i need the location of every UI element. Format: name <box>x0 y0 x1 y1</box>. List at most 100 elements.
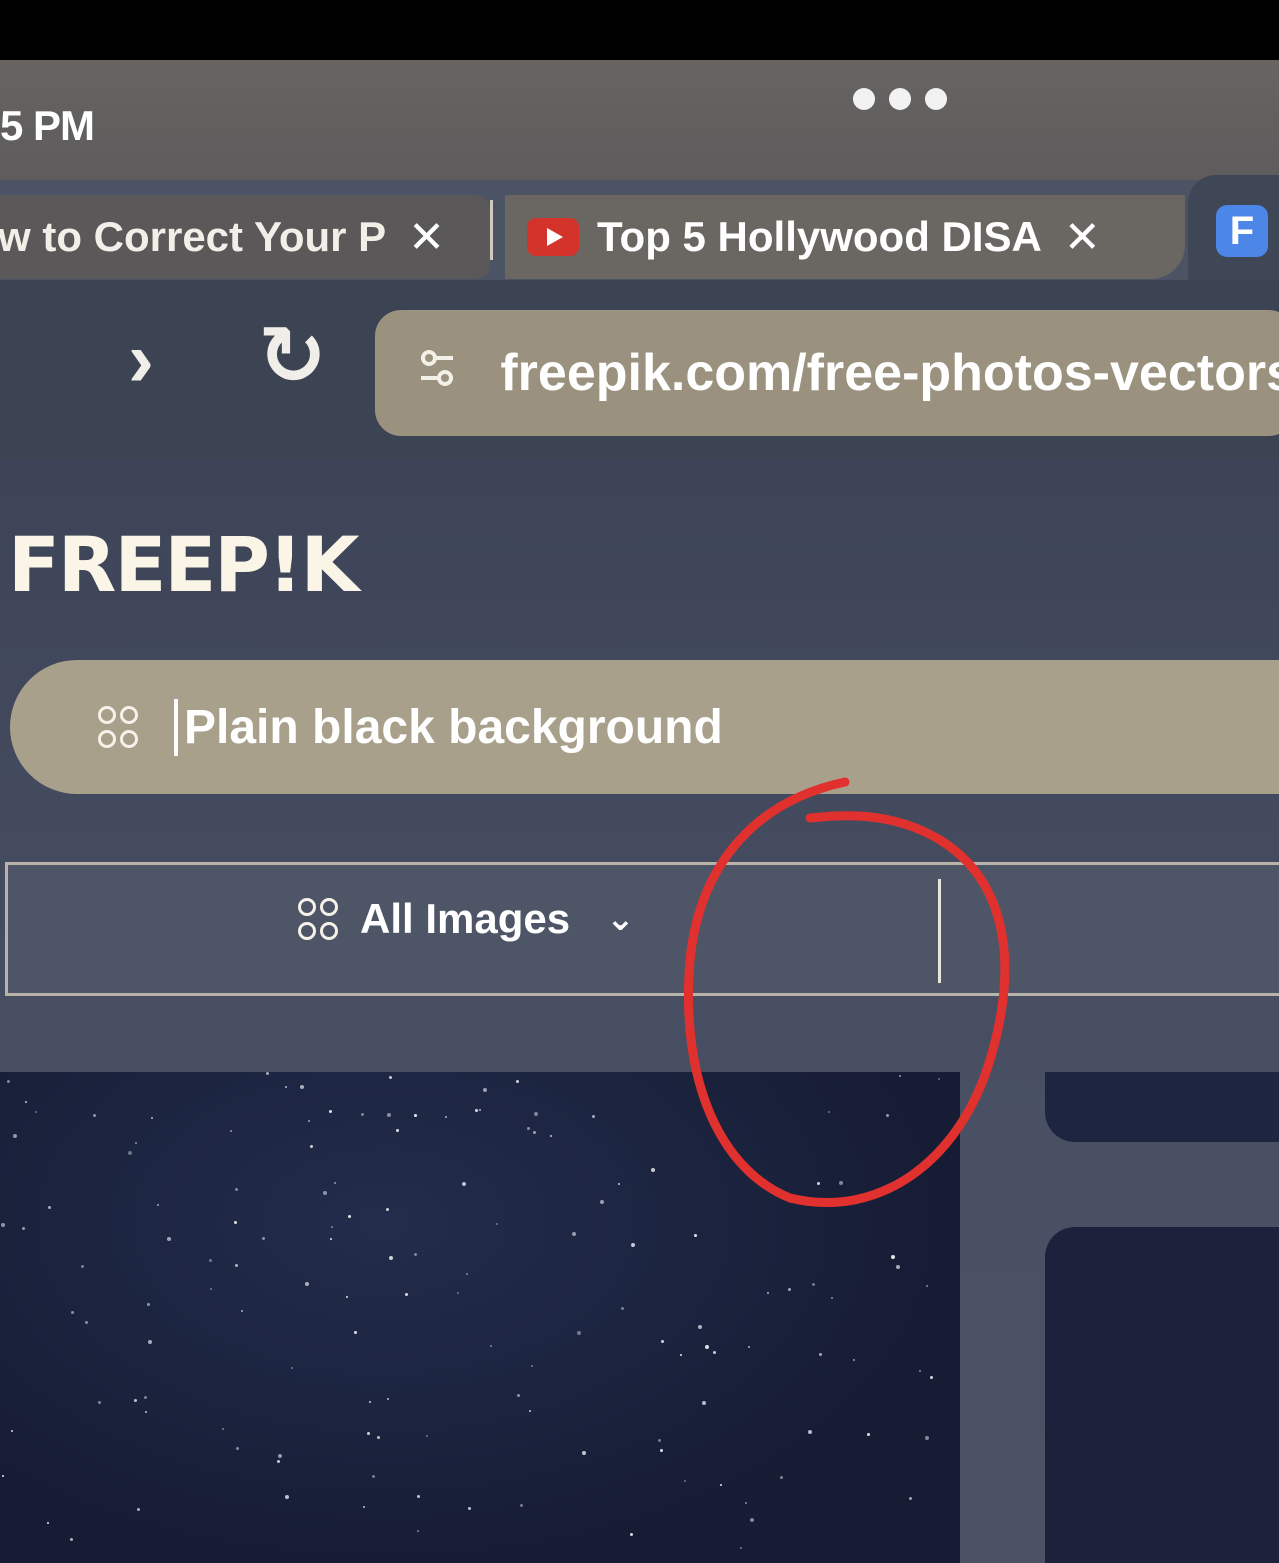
star-speck <box>387 1398 389 1400</box>
all-images-dropdown[interactable]: All Images ⌄ <box>298 895 635 943</box>
star-speck <box>919 1370 921 1372</box>
star-speck <box>70 1538 73 1541</box>
youtube-icon <box>527 218 579 256</box>
clock: 5 PM <box>0 102 95 149</box>
star-speck <box>457 1292 459 1294</box>
star-speck <box>520 1504 523 1507</box>
star-speck <box>812 1283 815 1286</box>
star-speck <box>891 1255 895 1259</box>
chevron-down-icon: ⌄ <box>606 900 635 938</box>
tab-correct-your[interactable]: w to Correct Your P ✕ <box>0 195 490 279</box>
star-speck <box>151 1117 153 1119</box>
star-speck <box>235 1188 238 1191</box>
tab-youtube[interactable]: Top 5 Hollywood DISA ✕ <box>505 195 1185 279</box>
monitor-screen: 5 PM w to Correct Your P ✕ Top 5 Hollywo… <box>0 60 1279 1563</box>
star-speck <box>308 1120 310 1122</box>
star-speck <box>35 1111 37 1113</box>
star-speck <box>210 1288 212 1290</box>
star-speck <box>926 1285 928 1287</box>
star-speck <box>13 1134 17 1138</box>
star-speck <box>291 1367 293 1369</box>
star-speck <box>71 1311 74 1314</box>
star-speck <box>780 1476 783 1479</box>
close-icon[interactable]: ✕ <box>1064 212 1101 263</box>
star-speck <box>157 1204 159 1206</box>
tab-title: Top 5 Hollywood DISA <box>597 213 1042 260</box>
star-speck <box>144 1396 147 1399</box>
star-speck <box>363 1506 365 1508</box>
star-speck <box>886 1114 889 1117</box>
os-menu-bar: 5 PM <box>0 60 1279 180</box>
result-image-starry[interactable] <box>0 1072 960 1563</box>
star-speck <box>720 1484 722 1486</box>
freepik-page: FREEP!K All Images ⌄ <box>0 460 1279 1563</box>
address-bar[interactable]: freepik.com/free-photos-vectors <box>375 310 1279 436</box>
star-speck <box>828 1111 830 1113</box>
star-speck <box>310 1145 313 1148</box>
search-input[interactable] <box>174 698 1086 756</box>
star-speck <box>909 1497 912 1500</box>
star-speck <box>145 1411 147 1413</box>
star-speck <box>241 1310 243 1312</box>
grid-icon <box>298 898 338 940</box>
star-speck <box>377 1436 380 1439</box>
star-speck <box>277 1460 280 1463</box>
star-speck <box>414 1114 417 1117</box>
star-speck <box>531 1365 533 1367</box>
star-speck <box>740 1547 742 1549</box>
star-speck <box>750 1518 754 1522</box>
star-speck <box>680 1354 682 1356</box>
star-speck <box>748 1346 750 1348</box>
search-bar[interactable] <box>10 660 1279 794</box>
star-speck <box>230 1130 232 1132</box>
star-speck <box>1 1223 5 1227</box>
tune-icon[interactable] <box>415 346 458 400</box>
star-speck <box>128 1151 132 1155</box>
star-speck <box>533 1131 536 1134</box>
star-speck <box>684 1480 686 1482</box>
star-speck <box>582 1451 586 1455</box>
more-dots-icon[interactable] <box>853 88 947 110</box>
star-speck <box>462 1182 466 1186</box>
reload-button[interactable]: ↻ <box>258 316 327 398</box>
star-speck <box>323 1191 327 1195</box>
star-speck <box>209 1259 212 1262</box>
star-speck <box>135 1142 137 1144</box>
star-speck <box>853 1359 855 1361</box>
star-speck <box>234 1221 237 1224</box>
star-speck <box>466 1273 468 1275</box>
star-speck <box>148 1340 152 1344</box>
star-speck <box>396 1129 399 1132</box>
star-speck <box>236 1447 239 1450</box>
star-speck <box>938 1078 940 1080</box>
star-speck <box>93 1114 96 1117</box>
result-image-partial[interactable] <box>1045 1072 1279 1142</box>
close-icon[interactable]: ✕ <box>408 212 445 263</box>
star-speck <box>235 1264 238 1267</box>
star-speck <box>930 1376 933 1379</box>
star-speck <box>285 1086 287 1088</box>
star-speck <box>348 1215 351 1218</box>
forward-button[interactable]: › <box>128 320 154 398</box>
result-image-partial[interactable] <box>1045 1227 1279 1563</box>
star-speck <box>417 1495 420 1498</box>
star-speck <box>386 1208 389 1211</box>
star-speck <box>745 1502 747 1504</box>
star-speck <box>305 1282 309 1286</box>
star-speck <box>819 1353 822 1356</box>
star-speck <box>361 1113 364 1116</box>
star-speck <box>222 1428 224 1430</box>
star-speck <box>2 1475 4 1477</box>
star-speck <box>496 1223 498 1225</box>
freepik-logo[interactable]: FREEP!K <box>8 520 360 609</box>
star-speck <box>47 1522 49 1524</box>
star-speck <box>698 1325 702 1329</box>
star-speck <box>98 1401 101 1404</box>
freepik-favicon-icon: F <box>1216 205 1268 257</box>
star-speck <box>631 1243 635 1247</box>
star-speck <box>517 1394 520 1397</box>
star-speck <box>389 1256 393 1260</box>
star-speck <box>22 1227 25 1230</box>
star-speck <box>767 1292 769 1294</box>
star-speck <box>534 1112 538 1116</box>
